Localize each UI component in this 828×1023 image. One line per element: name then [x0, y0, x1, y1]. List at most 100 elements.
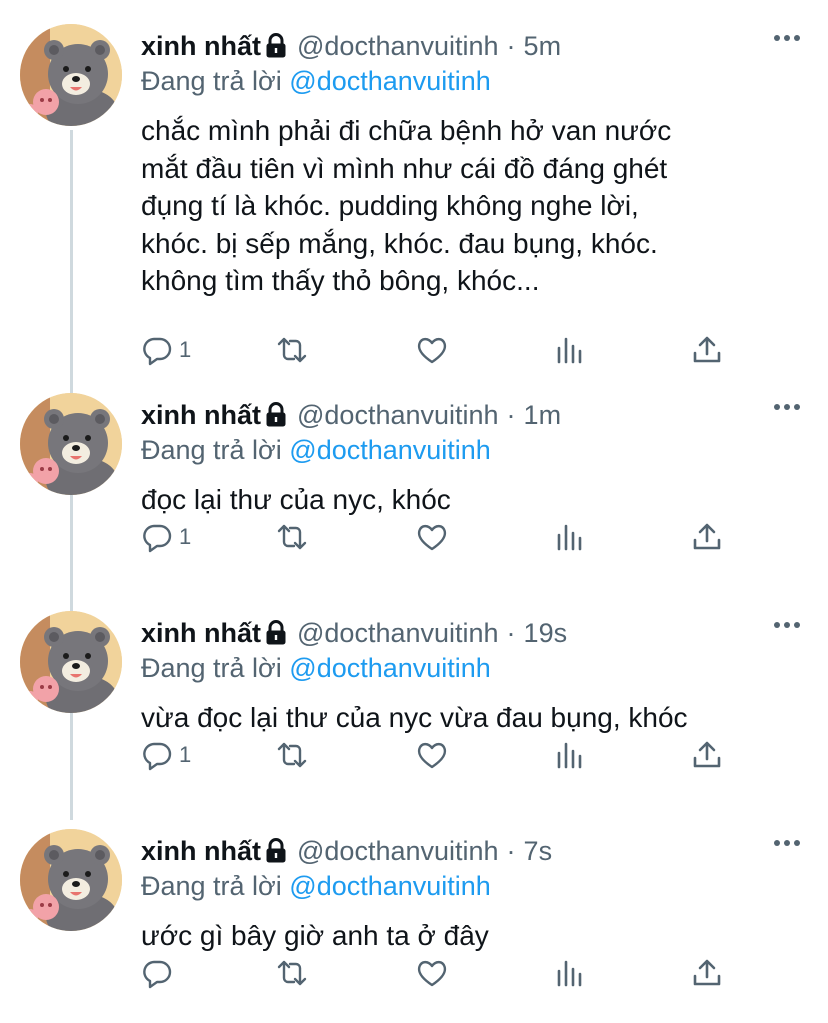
like-button[interactable]	[416, 517, 448, 557]
more-icon[interactable]	[774, 34, 800, 42]
like-button[interactable]	[416, 735, 448, 775]
tweet-text-line: khóc. bị sếp mắng, khóc. đau bụng, khóc.	[141, 227, 658, 259]
avatar[interactable]	[20, 611, 122, 713]
reply-icon	[143, 524, 172, 553]
retweet-button[interactable]	[276, 330, 308, 370]
share-icon	[693, 336, 721, 363]
analytics-icon	[557, 960, 582, 987]
separator-dot: ·	[506, 835, 516, 866]
share-button[interactable]	[691, 953, 723, 993]
reply-icon	[143, 960, 172, 989]
tweet-text-line: vừa đọc lại thư của nyc vừa đau bụng, kh…	[141, 702, 688, 733]
tweet-actions: 1	[141, 735, 741, 775]
user-handle[interactable]: @docthanvuitinh	[297, 618, 499, 649]
tweet-text-line: không tìm thấy thỏ bông, khóc...	[141, 265, 540, 296]
heart-icon	[417, 337, 447, 364]
tweet-text-line: chắc mình phải đi chữa bệnh hở van nước	[141, 115, 672, 146]
analytics-icon	[557, 742, 582, 769]
user-handle[interactable]: @docthanvuitinh	[297, 400, 499, 431]
analytics-button[interactable]	[554, 735, 586, 775]
lock-icon	[266, 838, 286, 863]
user-handle[interactable]: @docthanvuitinh	[297, 836, 499, 867]
display-name[interactable]: xinh nhất	[141, 618, 261, 649]
avatar[interactable]	[20, 24, 122, 126]
more-icon[interactable]	[774, 839, 800, 847]
tweet[interactable]: xinh nhất @docthanvuitinh · 7s Đang trả …	[0, 805, 828, 1023]
display-name[interactable]: xinh nhất	[141, 400, 261, 431]
reply-icon	[143, 742, 172, 771]
bear-avatar-image	[20, 393, 122, 495]
avatar[interactable]	[20, 829, 122, 931]
replying-to-label: Đang trả lời	[141, 871, 282, 901]
share-icon	[693, 959, 721, 986]
reply-button[interactable]: 1	[141, 735, 191, 775]
share-button[interactable]	[691, 735, 723, 775]
reply-count: 1	[179, 337, 192, 362]
reply-button[interactable]: 1	[141, 517, 191, 557]
tweet-header: xinh nhất @docthanvuitinh · 7s	[141, 831, 768, 871]
tweet-text-line: đọc lại thư của nyc, khóc	[141, 484, 451, 515]
user-handle[interactable]: @docthanvuitinh	[297, 31, 499, 62]
like-button[interactable]	[416, 330, 448, 370]
share-icon	[693, 523, 721, 550]
retweet-button[interactable]	[276, 517, 308, 557]
share-button[interactable]	[691, 330, 723, 370]
heart-icon	[417, 742, 447, 769]
replying-to-mention[interactable]: @docthanvuitinh	[289, 871, 491, 901]
retweet-button[interactable]	[276, 735, 308, 775]
display-name[interactable]: xinh nhất	[141, 836, 261, 867]
tweet[interactable]: xinh nhất @docthanvuitinh · 19s Đang trả…	[0, 587, 828, 805]
analytics-icon	[557, 337, 582, 364]
tweet[interactable]: xinh nhất @docthanvuitinh · 1m Đang trả …	[0, 369, 828, 587]
display-name[interactable]: xinh nhất	[141, 31, 261, 62]
lock-icon	[266, 620, 286, 645]
analytics-button[interactable]	[554, 517, 586, 557]
like-button[interactable]	[416, 953, 448, 993]
reply-count: 1	[179, 524, 192, 549]
more-icon[interactable]	[774, 403, 800, 411]
analytics-button[interactable]	[554, 330, 586, 370]
heart-icon	[417, 960, 447, 987]
timestamp[interactable]: 19s	[524, 618, 568, 649]
avatar[interactable]	[20, 393, 122, 495]
retweet-icon	[277, 742, 307, 768]
reply-button[interactable]	[141, 953, 179, 993]
replying-to-mention[interactable]: @docthanvuitinh	[289, 653, 491, 683]
replying-to: Đang trả lời @docthanvuitinh	[141, 66, 491, 97]
timestamp[interactable]: 7s	[524, 836, 553, 867]
bear-avatar-image	[20, 829, 122, 931]
tweet-actions: 1	[141, 517, 741, 557]
tweet-actions	[141, 953, 741, 993]
tweet-text-line: đụng tí là khóc. pudding không nghe lời,	[141, 190, 639, 221]
separator-dot: ·	[506, 399, 516, 430]
tweet-header: xinh nhất @docthanvuitinh · 1m	[141, 395, 768, 435]
replying-to-mention[interactable]: @docthanvuitinh	[289, 66, 491, 96]
share-button[interactable]	[691, 517, 723, 557]
replying-to-mention[interactable]: @docthanvuitinh	[289, 435, 491, 465]
replying-to-label: Đang trả lời	[141, 66, 282, 96]
retweet-icon	[277, 337, 307, 363]
tweet-text: đọc lại thư của nyc, khóc	[141, 481, 801, 519]
tweet[interactable]: xinh nhất @docthanvuitinh · 5m Đang trả …	[0, 0, 828, 366]
replying-to: Đang trả lời @docthanvuitinh	[141, 435, 491, 466]
replying-to: Đang trả lời @docthanvuitinh	[141, 653, 491, 684]
retweet-icon	[277, 960, 307, 986]
tweet-text: ước gì bây giờ anh ta ở đây	[141, 917, 801, 955]
reply-count: 1	[179, 742, 192, 767]
tweet-header: xinh nhất @docthanvuitinh · 5m	[141, 26, 768, 66]
tweet-actions: 1	[141, 330, 741, 370]
timestamp[interactable]: 1m	[524, 400, 562, 431]
reply-button[interactable]: 1	[141, 330, 191, 370]
tweet-text: chắc mình phải đi chữa bệnh hở van nước m…	[141, 112, 801, 300]
bear-avatar-image	[20, 24, 122, 126]
replying-to-label: Đang trả lời	[141, 435, 282, 465]
lock-icon	[266, 402, 286, 427]
bear-avatar-image	[20, 611, 122, 713]
retweet-button[interactable]	[276, 953, 308, 993]
more-icon[interactable]	[774, 621, 800, 629]
lock-icon	[266, 33, 286, 58]
timestamp[interactable]: 5m	[524, 31, 562, 62]
tweet-text-line: mắt đầu tiên vì mình như cái đồ đáng ghé…	[141, 152, 668, 184]
reply-icon	[143, 337, 172, 366]
analytics-button[interactable]	[554, 953, 586, 993]
